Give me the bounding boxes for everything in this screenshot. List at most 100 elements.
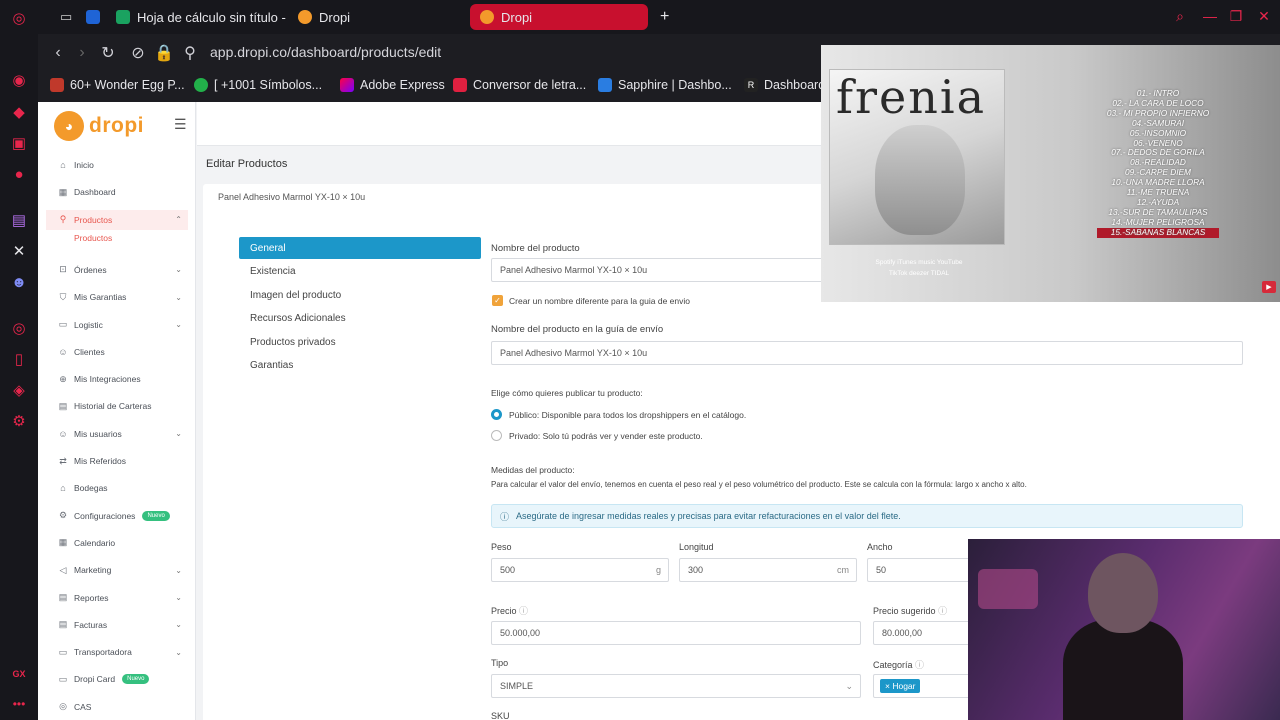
bookmark-item[interactable]: 60+ Wonder Egg P... <box>50 78 185 92</box>
input-value: Panel Adhesivo Marmol YX-10 × 10u <box>500 348 648 358</box>
platforms-row-1: Spotify iTunes music YouTube <box>875 259 963 266</box>
bookmark-item[interactable]: Conversor de letra... <box>453 78 586 92</box>
public-radio[interactable] <box>491 409 502 420</box>
opera-logo-icon[interactable]: ◎ <box>9 8 29 28</box>
tab-garantias[interactable]: Garantias <box>239 355 481 377</box>
bookmark-item[interactable]: Sapphire | Dashbo... <box>598 78 732 92</box>
bookmark-item[interactable]: Adobe Express <box>340 78 445 92</box>
longitud-label: Longitud <box>679 542 714 552</box>
maximize-icon[interactable]: ❐ <box>1228 8 1244 24</box>
bookmark-item[interactable]: [ +1001 Símbolos... <box>194 78 322 92</box>
tab-productos-privados[interactable]: Productos privados <box>239 331 481 353</box>
checkbox-label: Crear un nombre diferente para la guia d… <box>509 296 690 306</box>
public-desc: Disponible para todos los dropshippers e… <box>541 410 747 420</box>
longitud-input[interactable]: 300 cm <box>679 558 857 582</box>
sidebar-app-icon-5[interactable]: ◎ <box>9 318 29 338</box>
sidebar-item-mis-integraciones[interactable]: ⊕ Mis Integraciones <box>46 369 188 389</box>
sidebar-item-facturas[interactable]: ▤ Facturas ⌄ <box>46 615 188 635</box>
tab-imagen-del-producto[interactable]: Imagen del producto <box>239 284 481 306</box>
sidebar-app-icon-7[interactable]: ◈ <box>9 380 29 400</box>
private-radio[interactable] <box>491 430 502 441</box>
sidebar-app-icon-1[interactable]: ◉ <box>9 70 29 90</box>
sidebar-item-inicio[interactable]: ⌂ Inicio <box>46 155 188 175</box>
platforms-row-2: TikTok deezer TIDAL <box>888 270 950 277</box>
sidebar-item-reportes[interactable]: ▤ Reportes ⌄ <box>46 588 188 608</box>
sidebar-subitem-productos[interactable]: Productos <box>74 233 112 243</box>
background-light <box>978 569 1038 609</box>
sidebar-item-productos[interactable]: ⚲ Productos ⌃ <box>46 209 188 230</box>
bookmark-icon <box>340 78 354 92</box>
settings-gear-icon[interactable]: ⚙ <box>9 411 29 431</box>
sidebar-item-cas[interactable]: ◎ CAS <box>46 697 188 717</box>
category-tag[interactable]: × Hogar <box>880 679 921 693</box>
tab-recursos-adicionales[interactable]: Recursos Adicionales <box>239 308 481 330</box>
bookmark-item[interactable]: R Dashboard <box>744 78 825 92</box>
precio-input[interactable]: 50.000,00 <box>491 621 861 645</box>
sidebar-item-calendario[interactable]: ▦ Calendario <box>46 533 188 553</box>
forward-icon[interactable]: › <box>72 43 92 63</box>
discord-icon[interactable]: ☻ <box>9 272 29 292</box>
search-icon[interactable]: ⌕ <box>1172 8 1188 24</box>
dropi-favicon-icon <box>298 10 312 24</box>
twitch-icon[interactable]: ▤ <box>9 210 29 230</box>
dropi-logo-icon: ◕ <box>54 111 84 141</box>
sidebar-item-mis-referidos[interactable]: ⇄ Mis Referidos <box>46 451 188 471</box>
tab-general[interactable]: General <box>239 237 481 259</box>
sidebar-item-bodegas[interactable]: ⌂ Bodegas <box>46 478 188 498</box>
sidebar-app-icon-4[interactable]: ● <box>9 164 29 184</box>
tab-existencia[interactable]: Existencia <box>239 261 481 283</box>
guide-name-input[interactable]: Panel Adhesivo Marmol YX-10 × 10u <box>491 341 1243 365</box>
page-title: Editar Productos <box>206 158 288 170</box>
sidebar-item-dashboard[interactable]: ▦ Dashboard <box>46 182 188 202</box>
bookmark-icon <box>194 78 208 92</box>
sidebar-app-icon-2[interactable]: ◆ <box>9 102 29 122</box>
sidebar-item-mis-usuarios[interactable]: ☺ Mis usuarios ⌄ <box>46 424 188 444</box>
vpn-icon[interactable]: ⊘ <box>128 43 148 63</box>
reload-icon[interactable]: ↻ <box>98 43 118 63</box>
sidebar-app-icon-3[interactable]: ▣ <box>9 133 29 153</box>
tab-sheets[interactable]: Hoja de cálculo sin título - <box>106 4 296 30</box>
tab-dropi-active[interactable]: Dropi <box>470 4 648 30</box>
sidebar-item-clientes[interactable]: ☺ Clientes <box>46 342 188 362</box>
sidebar-item-historial-de-carteras[interactable]: ▤ Historial de Carteras <box>46 396 188 416</box>
pin-icon[interactable]: ⚲ <box>180 43 200 63</box>
sugerido-input[interactable]: 80.000,00 <box>873 621 977 645</box>
sidebar-item-marketing[interactable]: ◁ Marketing ⌄ <box>46 560 188 580</box>
categoria-input[interactable]: × Hogar <box>873 674 977 698</box>
tab-dropi-1[interactable]: Dropi <box>288 4 458 30</box>
sidebar-app-icon-6[interactable]: ▯ <box>9 349 29 369</box>
close-icon[interactable]: ✕ <box>1256 8 1272 24</box>
sidebar-item-transportadora[interactable]: ▭ Transportadora ⌄ <box>46 642 188 662</box>
tipo-select[interactable]: SIMPLE ⌄ <box>491 674 861 698</box>
private-label: Privado: <box>509 431 541 441</box>
url-field[interactable]: app.dropi.co/dashboard/products/edit <box>210 44 441 60</box>
track-item: 15.-SABANAS BLANCAS <box>1097 227 1219 238</box>
peso-input[interactable]: 500 g <box>491 558 669 582</box>
x-icon[interactable]: ✕ <box>9 241 29 261</box>
sidebar-item-logistic[interactable]: ▭ Logistic ⌄ <box>46 315 188 335</box>
trello-icon[interactable] <box>76 4 110 30</box>
back-icon[interactable]: ‹ <box>48 43 68 63</box>
bookmark-icon <box>598 78 612 92</box>
sidebar-item-configuraciones[interactable]: ⚙ Configuraciones Nuevo <box>46 506 188 526</box>
precio-label: Precio ⓘ <box>491 604 528 617</box>
logo-text: dropi <box>89 114 144 137</box>
sidebar-item-mis-garantias[interactable]: ⛉ Mis Garantias ⌄ <box>46 287 188 307</box>
guide-name-label: Nombre del producto en la guía de envío <box>491 324 664 335</box>
sidebar-item-dropi-card[interactable]: ▭ Dropi Card Nuevo <box>46 669 188 689</box>
lock-icon[interactable]: 🔒 <box>154 43 174 63</box>
youtube-icon: ▶ <box>1262 281 1276 293</box>
card-icon: ▭ <box>58 673 68 684</box>
new-tab-button[interactable]: + <box>650 4 679 30</box>
minimize-icon[interactable]: — <box>1202 8 1218 24</box>
name-label: Nombre del producto <box>491 243 580 254</box>
bookmark-label: Sapphire | Dashbo... <box>618 78 732 92</box>
dropi-logo[interactable]: ◕ dropi <box>54 111 144 141</box>
different-name-checkbox[interactable]: ✓ <box>492 295 503 306</box>
hamburger-icon[interactable]: ☰ <box>174 116 187 133</box>
public-label: Público: <box>509 410 540 420</box>
more-icon[interactable]: ••• <box>9 694 29 714</box>
ancho-input[interactable]: 50 <box>867 558 977 582</box>
sidebar-item-órdenes[interactable]: ⊡ Órdenes ⌄ <box>46 260 188 280</box>
publish-label: Elige cómo quieres publicar tu producto: <box>491 388 643 398</box>
